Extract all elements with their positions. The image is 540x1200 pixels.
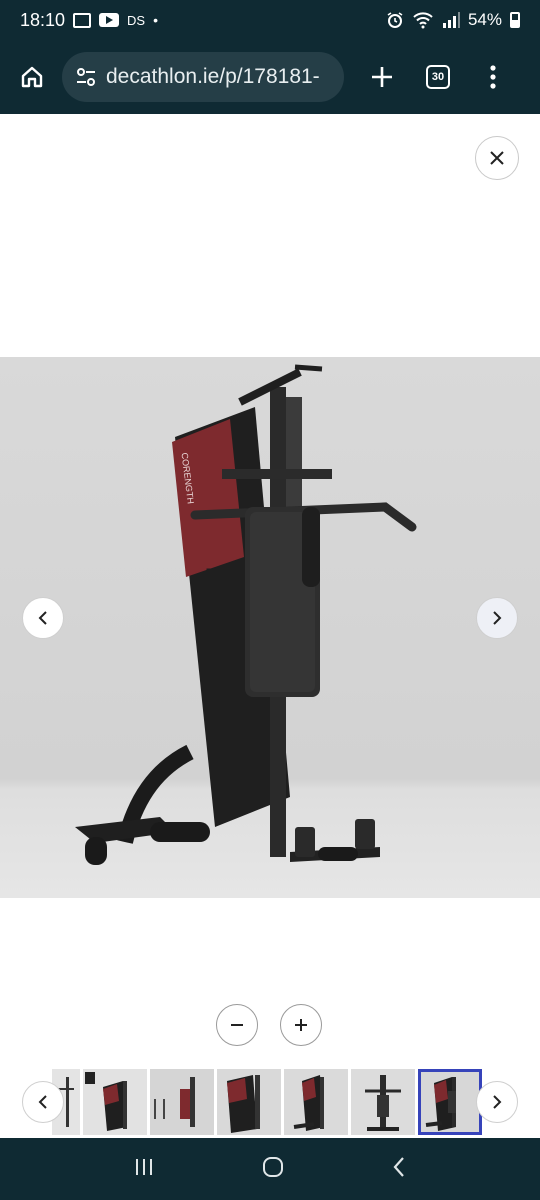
notification-dot: • <box>153 12 159 28</box>
plus-icon <box>295 1019 307 1031</box>
previous-image-button[interactable] <box>22 597 64 639</box>
minus-icon <box>231 1024 243 1026</box>
home-circle-icon <box>263 1156 283 1177</box>
home-gym-illustration: CORENGTH <box>0 357 540 898</box>
thumbnail[interactable] <box>83 1069 147 1135</box>
thumbnail[interactable] <box>351 1069 415 1135</box>
chevron-right-icon <box>493 1095 502 1109</box>
zoom-out-button[interactable] <box>216 1004 258 1046</box>
thumbnail-previous-button[interactable] <box>22 1081 64 1123</box>
close-icon <box>490 151 504 165</box>
ds-label: DS <box>127 12 146 28</box>
overflow-menu-button[interactable] <box>478 57 508 97</box>
signal-icon <box>442 12 460 28</box>
chevron-left-icon <box>38 611 47 625</box>
thumbnail-next-button[interactable] <box>476 1081 518 1123</box>
chevron-left-icon <box>38 1095 47 1109</box>
new-tab-button[interactable] <box>362 57 402 97</box>
youtube-icon <box>99 13 120 27</box>
thumbnail[interactable] <box>217 1069 281 1135</box>
home-icon <box>21 66 43 88</box>
gallery-icon <box>73 12 92 28</box>
back-icon <box>393 1156 404 1177</box>
system-nav-bar <box>0 1138 540 1200</box>
recent-apps-button[interactable] <box>133 1156 155 1183</box>
url-text: decathlon.ie/p/178181- <box>106 65 320 88</box>
product-image[interactable]: CORENGTH <box>0 357 540 898</box>
recent-apps-icon <box>136 1158 152 1175</box>
battery-percent: 54% <box>467 10 502 29</box>
back-button[interactable] <box>391 1155 407 1184</box>
next-image-button[interactable] <box>476 597 518 639</box>
more-vert-icon <box>490 65 496 89</box>
thumbnail-active[interactable] <box>418 1069 482 1135</box>
browser-toolbar: decathlon.ie/p/178181- 30 <box>0 40 540 114</box>
battery-icon <box>510 12 520 28</box>
tab-count: 30 <box>426 65 450 89</box>
thumbnail[interactable] <box>150 1069 214 1135</box>
home-button[interactable] <box>12 57 52 97</box>
plus-icon <box>372 67 392 87</box>
alarm-icon <box>387 12 403 28</box>
status-bar: 18:10 DS • 54% <box>0 0 540 40</box>
tab-switcher-button[interactable]: 30 <box>418 57 458 97</box>
zoom-in-button[interactable] <box>280 1004 322 1046</box>
status-time: 18:10 <box>20 9 66 30</box>
wifi-icon <box>413 12 433 29</box>
thumbnail-strip <box>52 1069 482 1135</box>
chevron-right-icon <box>493 611 502 625</box>
site-settings-icon[interactable] <box>74 65 98 89</box>
thumbnail[interactable] <box>284 1069 348 1135</box>
address-bar[interactable]: decathlon.ie/p/178181- <box>62 52 344 102</box>
home-nav-button[interactable] <box>261 1155 285 1184</box>
close-button[interactable] <box>475 136 519 180</box>
